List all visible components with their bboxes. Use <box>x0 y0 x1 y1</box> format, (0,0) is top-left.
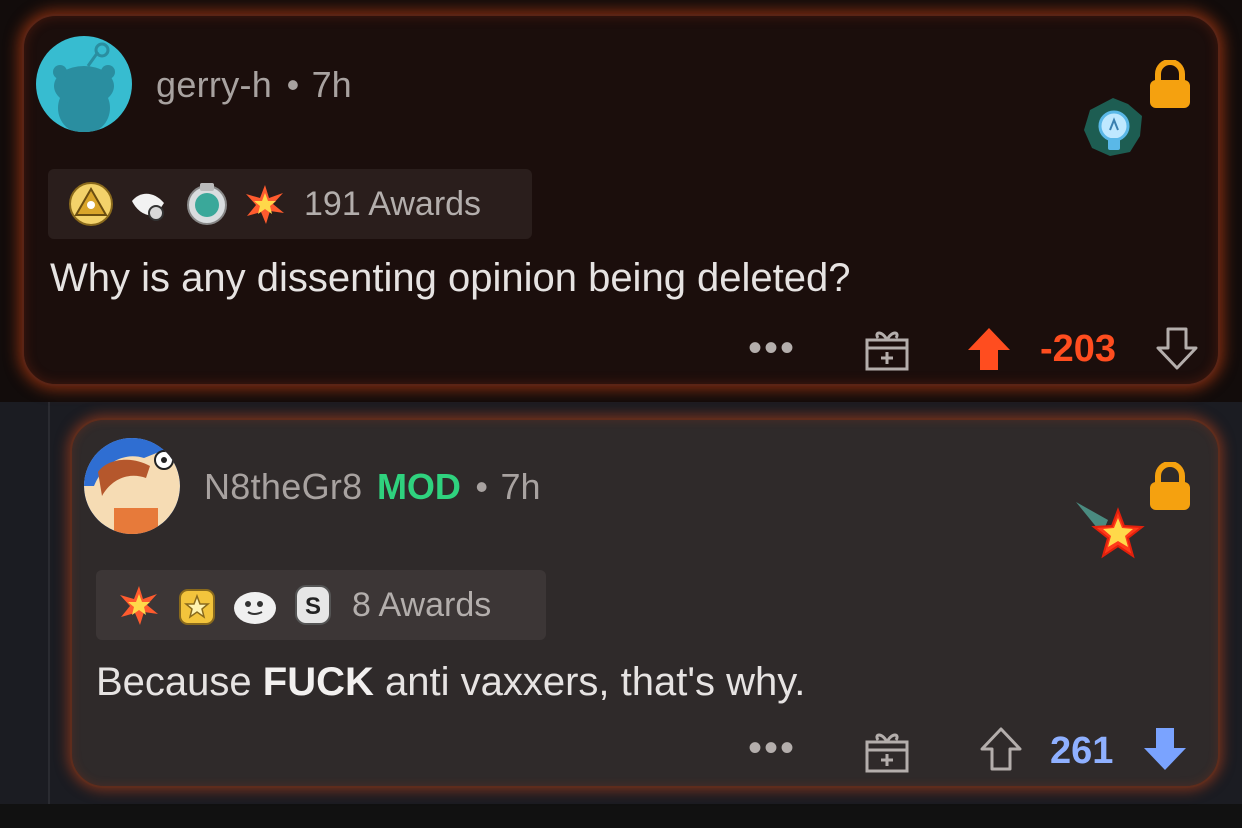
more-options-button[interactable]: ••• <box>748 726 796 771</box>
meta-separator: • <box>286 64 300 105</box>
s-coin-award-icon: S <box>290 582 336 628</box>
triangle-award-icon <box>68 181 114 227</box>
snoo-avatar-icon <box>53 42 115 132</box>
thread-line[interactable] <box>48 402 50 804</box>
lock-icon <box>1150 60 1190 108</box>
username[interactable]: gerry-h <box>156 64 272 105</box>
shooting-star-icon <box>1076 502 1145 559</box>
comment-body: Why is any dissenting opinion being dele… <box>50 256 851 300</box>
comment-body-prefix: Because <box>96 660 263 704</box>
starburst-award-icon <box>116 582 162 628</box>
lock-icon <box>1150 462 1190 510</box>
username[interactable]: N8theGr8 <box>204 466 362 507</box>
awards-count: 191 Awards <box>304 184 482 223</box>
awards-bar[interactable]: S 8 Awards <box>96 570 546 640</box>
more-options-button[interactable]: ••• <box>748 326 796 371</box>
comment-body-bold: FUCK <box>262 660 374 704</box>
avatar[interactable] <box>36 36 132 132</box>
vote-score: -203 <box>1040 328 1117 370</box>
ghost-award-icon <box>232 582 278 628</box>
silver-medal-award-icon <box>184 181 230 227</box>
comment-body: Because FUCK anti vaxxers, that's why. <box>96 660 805 705</box>
avatar[interactable] <box>84 438 180 534</box>
upvote-arrow-icon[interactable] <box>978 726 1024 772</box>
timestamp: 7h <box>500 466 541 507</box>
timestamp: 7h <box>311 64 352 105</box>
awards-bar[interactable]: 191 Awards <box>48 169 532 239</box>
bottom-strip <box>0 804 1242 828</box>
mod-badge: MOD <box>376 466 461 507</box>
vote-score: 261 <box>1050 730 1114 772</box>
lightbulb-icon <box>1084 98 1142 156</box>
downvote-arrow-icon[interactable] <box>1154 326 1200 372</box>
pointing-hand-award-icon <box>126 181 172 227</box>
awards-count: 8 Awards <box>352 585 492 624</box>
svg-text:S: S <box>305 593 321 620</box>
comment-body-suffix: anti vaxxers, that's why. <box>373 660 806 704</box>
gift-award-icon[interactable] <box>864 326 910 372</box>
gift-award-icon[interactable] <box>864 728 910 774</box>
star-badge-award-icon <box>174 582 220 628</box>
downvote-arrow-icon[interactable] <box>1142 726 1188 772</box>
upvote-arrow-icon[interactable] <box>966 326 1012 372</box>
pony-avatar-icon <box>84 438 180 534</box>
meta-separator: • <box>475 466 488 507</box>
starburst-award-icon <box>242 181 288 227</box>
